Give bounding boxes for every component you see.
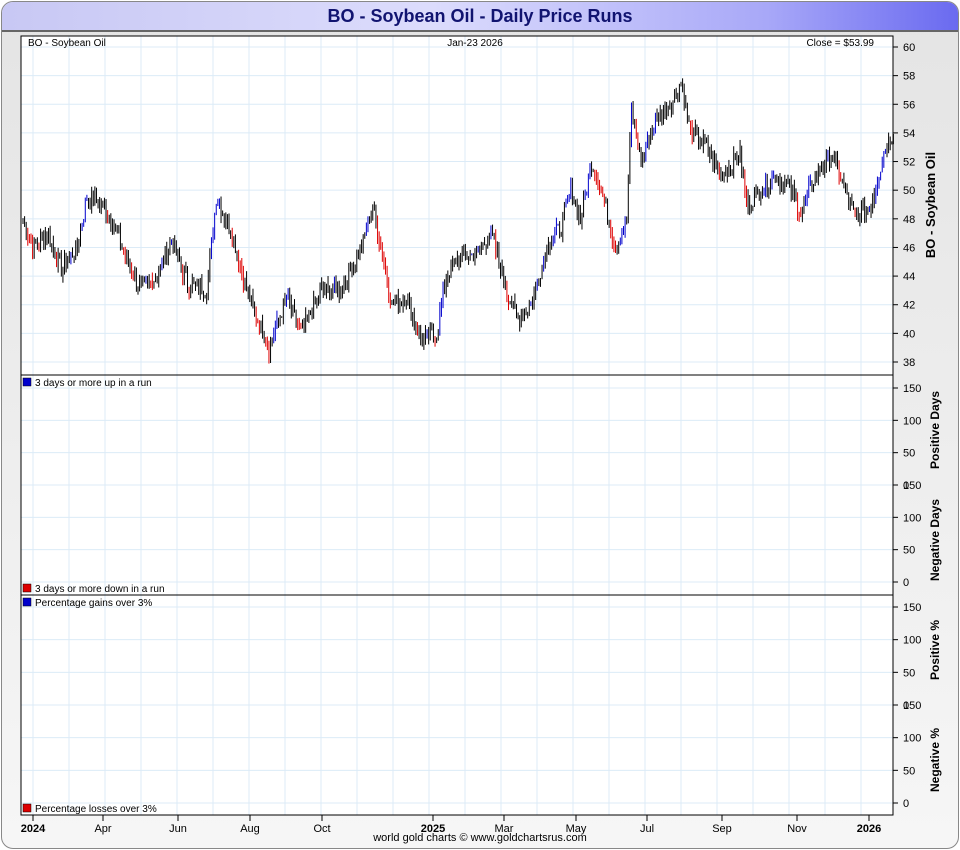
chart-area: 38 40 42 44 46 48 50 52 54 56 58 60 BO - Soybean Oil…	[20, 35, 942, 835]
price-tick-label: 60	[903, 42, 915, 54]
price-tick-label: 56	[903, 99, 915, 111]
pane-tick-label: 100	[903, 635, 921, 647]
pane-tick-label: 0	[903, 577, 909, 589]
legend-label: Percentage losses over 3%	[35, 804, 157, 815]
pane-tick-label: 50	[903, 765, 915, 777]
pane-tick-label: 150	[903, 383, 921, 395]
price-tick-label: 46	[903, 242, 915, 254]
price-tick-label: 44	[903, 271, 915, 283]
legend-label: 3 days or more up in a run	[35, 378, 152, 389]
pane-axis-label: Negative Days	[928, 499, 942, 581]
header-left: BO - Soybean Oil	[28, 38, 106, 49]
legend-swatch	[22, 583, 32, 593]
price-tick-label: 54	[903, 128, 915, 140]
price-axis-label: BO - Soybean Oil	[923, 152, 938, 258]
plot-background	[20, 35, 894, 816]
pane-tick-label: 150	[903, 602, 921, 614]
price-tick-label: 58	[903, 71, 915, 83]
footer-credit: world gold charts © www.goldchartsrus.co…	[373, 832, 587, 844]
pane-tick-label: 50	[903, 667, 915, 679]
price-tick-label: 42	[903, 300, 915, 312]
pane-tick-label: 150	[903, 480, 921, 492]
legend-label: Percentage gains over 3%	[35, 598, 152, 609]
legend-swatch	[22, 377, 32, 387]
pane-tick-label: 0	[903, 798, 909, 810]
header-close: Close = $53.99	[806, 38, 874, 49]
legend-label: 3 days or more down in a run	[35, 584, 165, 595]
pane-axis-label: Negative %	[928, 728, 942, 792]
pane-tick-label: 100	[903, 415, 921, 427]
pane-axis-label: Positive %	[928, 620, 942, 680]
price-tick-label: 50	[903, 185, 915, 197]
legend-swatch	[22, 597, 32, 607]
legend-swatch	[22, 803, 32, 813]
pane-tick-label: 100	[903, 512, 921, 524]
price-tick-label: 40	[903, 328, 915, 340]
pane-tick-label: 50	[903, 448, 915, 460]
price-tick-label: 38	[903, 357, 915, 369]
pane-tick-label: 50	[903, 545, 915, 557]
pane-tick-label: 150	[903, 700, 921, 712]
header-date: Jan-23 2026	[447, 38, 503, 49]
price-tick-label: 52	[903, 157, 915, 169]
price-tick-label: 48	[903, 214, 915, 226]
pane-axis-label: Positive Days	[928, 391, 942, 469]
pane-tick-label: 100	[903, 733, 921, 745]
